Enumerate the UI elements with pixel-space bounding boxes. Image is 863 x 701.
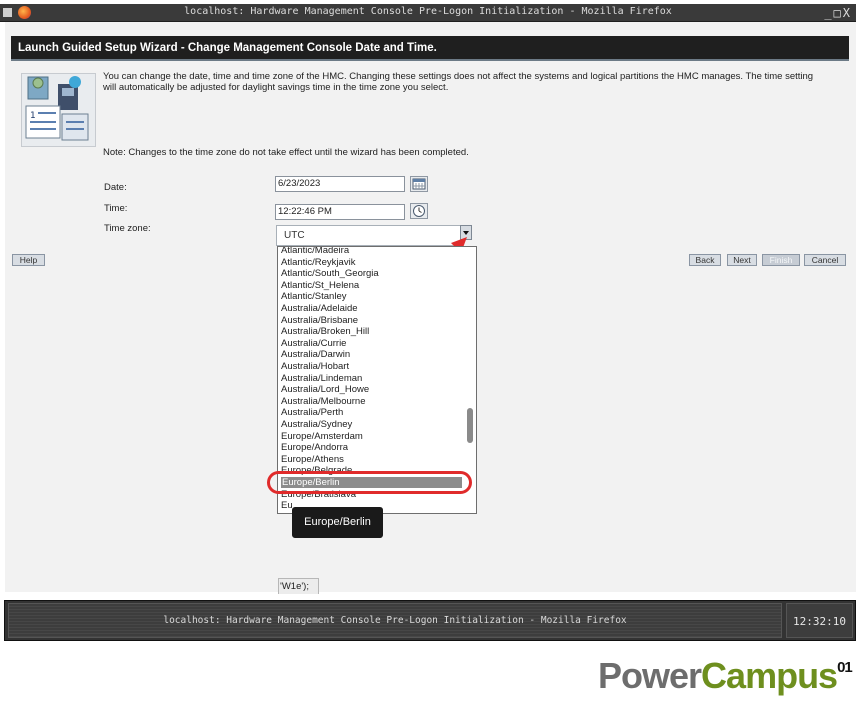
finish-button[interactable]: Finish [762,254,800,266]
calendar-button[interactable] [410,176,428,192]
taskbar-window-title: localhost: Hardware Management Console P… [163,615,627,626]
taskbar-window-button[interactable]: localhost: Hardware Management Console P… [8,603,782,638]
timezone-list-item[interactable]: Australia/Currie [281,338,346,349]
timezone-list-item[interactable]: Atlantic/St_Helena [281,280,359,291]
timezone-list-item[interactable]: Australia/Lindeman [281,373,362,384]
timezone-list-item[interactable]: Australia/Hobart [281,361,349,372]
timezone-list-item[interactable]: Atlantic/Reykjavik [281,257,355,268]
timezone-list-scroll-thumb[interactable] [467,408,473,443]
timezone-list-item[interactable]: Australia/Lord_Howe [281,384,369,395]
clock-button[interactable] [410,203,428,219]
timezone-list-item[interactable]: Europe/Athens [281,454,344,465]
timezone-list-item[interactable]: Australia/Darwin [281,349,350,360]
taskbar-clock: 12:32:10 [786,603,853,638]
powercampus-logo: PowerCampus01 [598,655,853,697]
cancel-button[interactable]: Cancel [804,254,846,266]
timezone-list-item[interactable]: Australia/Sydney [281,419,352,430]
timezone-label: Time zone: [104,223,151,234]
timezone-list-item[interactable]: Australia/Perth [281,407,343,418]
status-text-fragment: 'W1e'); [278,578,319,594]
clock-icon [413,205,425,217]
timezone-list-item[interactable]: Europe/Amsterdam [281,431,363,442]
timezone-list-item[interactable]: Eu [281,500,293,511]
time-field[interactable]: 12:22:46 PM [275,204,405,220]
window-title-bar: localhost: Hardware Management Console P… [0,4,856,22]
timezone-select-value: UTC [284,230,305,241]
timezone-list-item[interactable]: Atlantic/Stanley [281,291,346,302]
brand-part-2: Campus [701,655,838,696]
brand-superscript: 01 [837,659,853,676]
wizard-header: Launch Guided Setup Wizard - Change Mana… [11,36,849,61]
timezone-list-item[interactable]: Europe/Andorra [281,442,348,453]
svg-text:1: 1 [30,111,36,121]
timezone-list-item[interactable]: Australia/Adelaide [281,303,358,314]
wizard-intro-text: You can change the date, time and time z… [103,71,814,93]
selection-highlight-ring [267,471,472,494]
window-title: localhost: Hardware Management Console P… [184,6,672,17]
calendar-icon [412,178,426,190]
timezone-list-item[interactable]: Australia/Broken_Hill [281,326,369,337]
help-button[interactable]: Help [12,254,45,266]
date-label: Date: [104,182,127,193]
time-label: Time: [104,203,128,214]
date-field[interactable]: 6/23/2023 [275,176,405,192]
timezone-tooltip: Europe/Berlin [292,507,383,538]
timezone-list-item[interactable]: Australia/Brisbane [281,315,358,326]
wizard-illustration-icon: 1 [21,73,96,147]
timezone-list-item[interactable]: Atlantic/Madeira [281,247,349,256]
brand-part-1: Power [598,655,702,696]
back-button[interactable]: Back [689,254,721,266]
timezone-list-item[interactable]: Atlantic/South_Georgia [281,268,379,279]
timezone-list-item[interactable]: Australia/Melbourne [281,396,366,407]
wizard-note-text: Note: Changes to the time zone do not ta… [103,147,469,158]
next-button[interactable]: Next [727,254,757,266]
window-controls[interactable]: _□X [824,6,852,20]
